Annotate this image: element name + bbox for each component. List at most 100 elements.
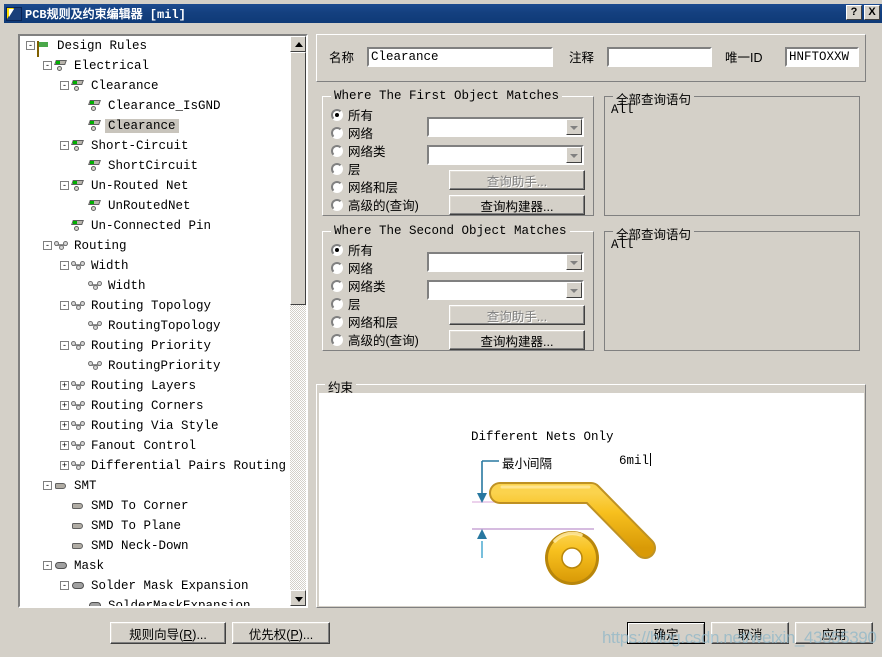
ok-button[interactable]: 确定 (627, 622, 705, 644)
second-object-radio-advanced[interactable]: 高级的(查询) (331, 331, 419, 348)
tree-item[interactable]: Width (20, 276, 290, 296)
cancel-button[interactable]: 取消 (711, 622, 789, 644)
rule-details-pane: 名称 Clearance 注释 唯一ID HNFTOXXW Where The … (316, 34, 866, 608)
comment-input[interactable] (607, 47, 712, 67)
radio-label: 高级的(查询) (348, 334, 419, 348)
tree-scrollbar[interactable] (290, 36, 306, 606)
second-object-radio-net-and-layer[interactable]: 网络和层 (331, 313, 398, 330)
tree-toggle-collapse-icon[interactable]: - (60, 141, 69, 151)
chevron-down-icon[interactable] (566, 147, 582, 163)
tree-item[interactable]: + Fanout Control (20, 436, 290, 456)
routing-icon (71, 459, 86, 472)
electrical-icon (88, 199, 103, 212)
tree-item[interactable]: ShortCircuit (20, 156, 290, 176)
tree-item[interactable]: + Routing Layers (20, 376, 290, 396)
tree-item[interactable]: - SMT (20, 476, 290, 496)
tree-toggle-collapse-icon[interactable]: - (26, 41, 35, 51)
tree-item[interactable]: - Electrical (20, 56, 290, 76)
scrollbar-thumb[interactable] (290, 52, 306, 305)
tree-toggle-expand-icon[interactable]: + (60, 441, 69, 451)
first-object-radio-net-and-layer[interactable]: 网络和层 (331, 178, 398, 195)
tree-item[interactable]: SolderMaskExpansion (20, 596, 290, 606)
tree-item-label: RoutingPriority (108, 359, 221, 373)
routing-icon (71, 379, 86, 392)
second-object-radio-net[interactable]: 网络 (331, 259, 373, 276)
tree-item[interactable]: - Design Rules (20, 36, 290, 58)
second-object-radio-layer[interactable]: 层 (331, 295, 361, 312)
tree-toggle-expand-icon[interactable]: + (60, 421, 69, 431)
second-object-radio-netclass[interactable]: 网络类 (331, 277, 386, 294)
tree-item-label: SMD To Plane (91, 519, 182, 533)
chevron-down-icon[interactable] (566, 254, 582, 270)
tree-toggle-collapse-icon[interactable]: - (43, 241, 52, 251)
unique-id-input[interactable]: HNFTOXXW (785, 47, 859, 67)
tree-item[interactable]: SMD To Plane (20, 516, 290, 536)
first-object-net-combo[interactable] (427, 117, 584, 137)
tree-item[interactable]: - Short-Circuit (20, 136, 290, 156)
first-object-query-helper-button[interactable]: 查询助手... (449, 170, 585, 190)
tree-item[interactable]: - Routing Topology (20, 296, 290, 316)
tree-toggle-collapse-icon[interactable]: - (43, 481, 52, 491)
tree-item[interactable]: + Differential Pairs Routing (20, 456, 290, 476)
first-object-netclass-combo[interactable] (427, 145, 584, 165)
first-object-radio-all[interactable]: 所有 (331, 106, 373, 123)
tree-toggle-collapse-icon[interactable]: - (43, 61, 52, 71)
tree-toggle-collapse-icon[interactable]: - (43, 561, 52, 571)
scroll-down-icon[interactable] (290, 590, 306, 606)
first-object-radio-net[interactable]: 网络 (331, 124, 373, 141)
second-object-query-builder-button[interactable]: 查询构建器... (449, 330, 585, 350)
rule-wizard-button[interactable]: 规则向导(R)... (110, 622, 226, 644)
tree-toggle-collapse-icon[interactable]: - (60, 301, 69, 311)
tree-item[interactable]: - Width (20, 256, 290, 276)
tree-toggle-expand-icon[interactable]: + (60, 381, 69, 391)
tree-item[interactable]: + Routing Corners (20, 396, 290, 416)
second-object-net-combo[interactable] (427, 252, 584, 272)
scrollbar-track[interactable] (290, 52, 306, 590)
priority-button[interactable]: 优先权(P)... (232, 622, 330, 644)
radio-label: 层 (348, 163, 361, 177)
tree-toggle-expand-icon[interactable]: + (60, 461, 69, 471)
tree-toggle-collapse-icon[interactable]: - (60, 81, 69, 91)
second-object-netclass-combo[interactable] (427, 280, 584, 300)
close-button[interactable]: X (864, 5, 880, 20)
tree-toggle-expand-icon[interactable]: + (60, 401, 69, 411)
tree-item[interactable]: Clearance (20, 116, 290, 136)
tree-toggle-collapse-icon[interactable]: - (60, 181, 69, 191)
electrical-icon (71, 79, 86, 92)
tree-item[interactable]: - Routing Priority (20, 336, 290, 356)
second-object-radio-all[interactable]: 所有 (331, 241, 373, 258)
chevron-down-icon[interactable] (566, 119, 582, 135)
tree-item[interactable]: RoutingTopology (20, 316, 290, 336)
tree-item[interactable]: UnRoutedNet (20, 196, 290, 216)
tree-item[interactable]: RoutingPriority (20, 356, 290, 376)
tree-item[interactable]: - Solder Mask Expansion (20, 576, 290, 596)
tree-toggle-collapse-icon[interactable]: - (60, 581, 69, 591)
tree-item-label: Un-Routed Net (91, 179, 189, 193)
design-rules-tree[interactable]: - Design Rules - Electrical - Clearance Cleara… (18, 34, 308, 608)
first-object-radio-layer[interactable]: 层 (331, 160, 361, 177)
first-object-query-builder-button[interactable]: 查询构建器... (449, 195, 585, 215)
first-object-radio-netclass[interactable]: 网络类 (331, 142, 386, 159)
help-button[interactable]: ? (846, 5, 862, 20)
apply-button[interactable]: 应用 (795, 622, 873, 644)
tree-item[interactable]: Un-Connected Pin (20, 216, 290, 236)
tree-toggle-collapse-icon[interactable]: - (60, 341, 69, 351)
tree-item-label: Width (91, 259, 129, 273)
name-input[interactable]: Clearance (367, 47, 553, 67)
tree-item[interactable]: - Clearance (20, 76, 290, 96)
tree-item[interactable]: - Un-Routed Net (20, 176, 290, 196)
second-object-query-helper-button[interactable]: 查询助手... (449, 305, 585, 325)
first-object-radio-advanced[interactable]: 高级的(查询) (331, 196, 419, 213)
tree-item[interactable]: + Routing Via Style (20, 416, 290, 436)
tree-item[interactable]: SMD Neck-Down (20, 536, 290, 556)
scroll-up-icon[interactable] (290, 36, 306, 52)
tree-item[interactable]: - Routing (20, 236, 290, 256)
comment-label: 注释 (569, 51, 595, 65)
tree-item[interactable]: - Mask (20, 556, 290, 576)
tree-toggle-collapse-icon[interactable]: - (60, 261, 69, 271)
tree-item-label: RoutingTopology (108, 319, 221, 333)
folder-icon (37, 39, 52, 58)
tree-item[interactable]: SMD To Corner (20, 496, 290, 516)
tree-item[interactable]: Clearance_IsGND (20, 96, 290, 116)
chevron-down-icon[interactable] (566, 282, 582, 298)
